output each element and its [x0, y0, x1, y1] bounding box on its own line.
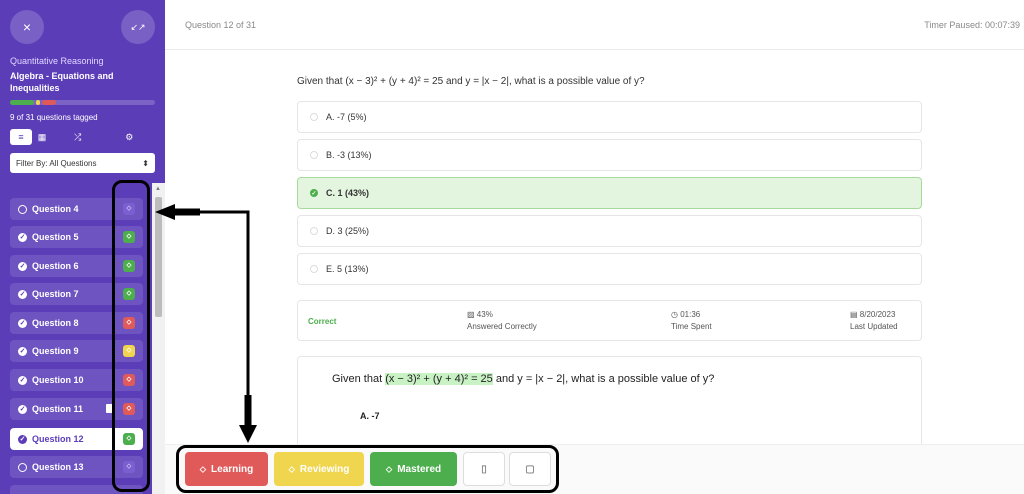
app-root: × ↙↗ Quantitative Reasoning Algebra - Eq… — [0, 0, 1024, 494]
annotation-arrows — [155, 204, 257, 443]
